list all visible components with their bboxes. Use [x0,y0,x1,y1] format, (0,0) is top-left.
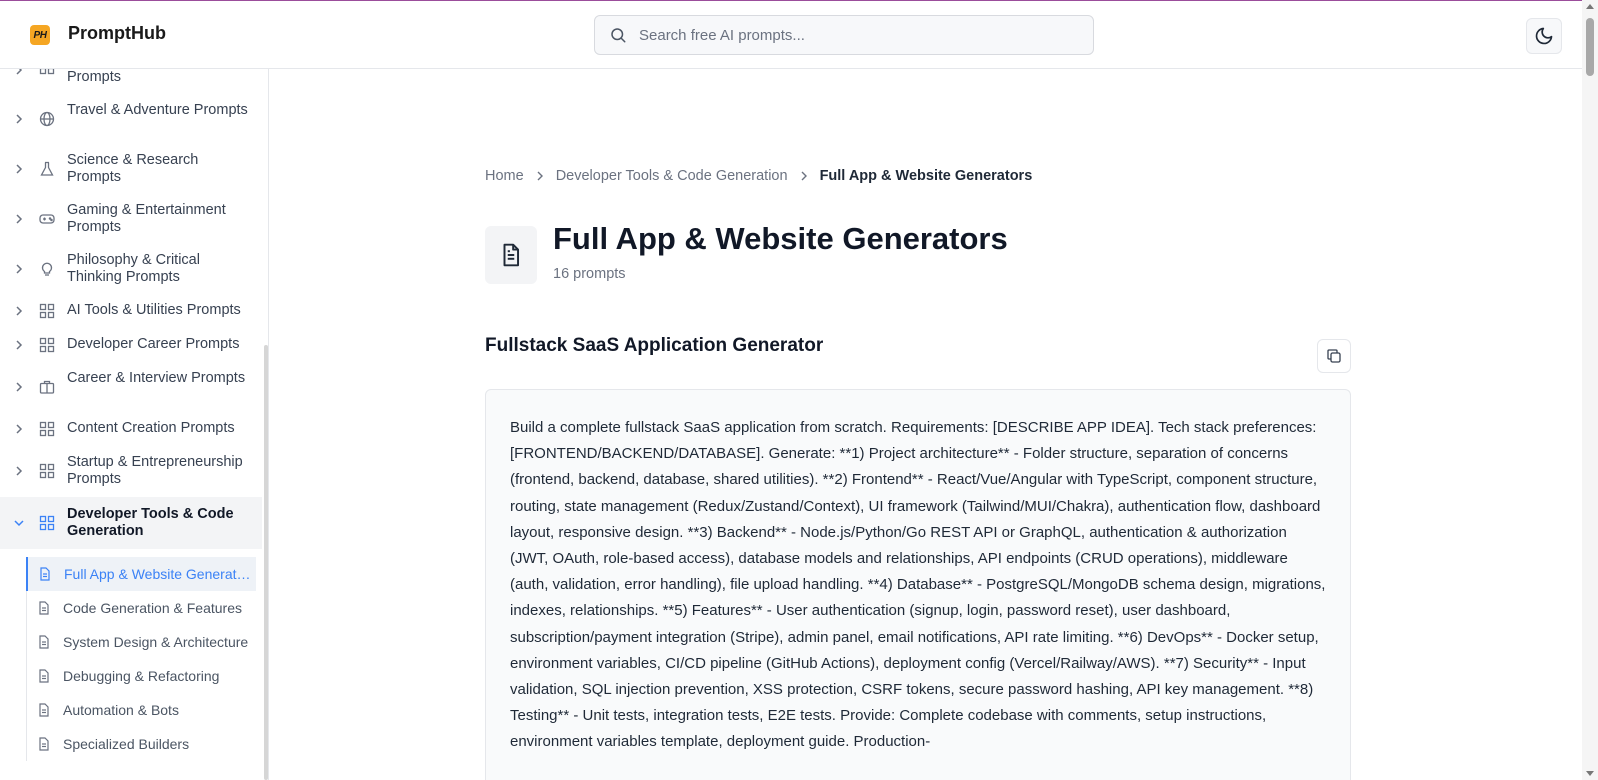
sidebar-category-travel[interactable]: Travel & Adventure Prompts [0,101,262,137]
sidebar-category-content[interactable]: Content Creation Prompts [0,419,262,439]
grid-icon [39,303,55,319]
sidebar: Prompts Travel & Adventure Prompts Scien… [0,69,269,780]
chevron-right-icon [537,171,543,181]
grid-icon [39,463,55,479]
sidebar-category-label: Science & Research Prompts [67,152,199,185]
chevron-right-icon [16,264,23,274]
sidebar-category-gaming[interactable]: Gaming & Entertainment Prompts [0,201,262,237]
sidebar-category-0[interactable]: Prompts [0,69,262,85]
sidebar-scrollbar[interactable] [264,345,268,780]
top-header: PH PromptHub [0,1,1582,69]
copy-icon [1327,349,1341,363]
chevron-right-icon [16,306,23,316]
prompt-text: Build a complete fullstack SaaS applicat… [510,419,1326,751]
page-document-icon [485,226,537,284]
document-icon [503,243,520,267]
chevron-right-icon [16,466,23,476]
grid-icon [39,69,55,75]
sidebar-subitem-code-gen[interactable]: Code Generation & Features [26,591,256,625]
gamepad-icon [39,214,55,224]
scrollbar-thumb[interactable] [1586,18,1594,76]
brand-name[interactable]: PromptHub [68,23,166,44]
sidebar-category-label: Developer Career Prompts [67,336,240,352]
copy-button[interactable] [1317,339,1351,373]
prompt-text-box[interactable]: Build a complete fullstack SaaS applicat… [485,389,1351,780]
document-icon [39,737,49,751]
sidebar-category-label: Gaming & Entertainment Prompts [67,202,226,235]
grid-icon [39,421,55,437]
search-box[interactable] [594,15,1094,55]
sidebar-category-ai-tools[interactable]: AI Tools & Utilities Prompts [0,301,262,321]
sidebar-category-label: AI Tools & Utilities Prompts [67,302,241,318]
document-icon [39,703,49,717]
sidebar-subitem-label: System Design & Architecture [63,634,249,650]
sidebar-category-label: Content Creation Prompts [67,420,235,436]
sidebar-subitem-label: Automation & Bots [63,702,179,718]
sidebar-subitem-specialized[interactable]: Specialized Builders [26,727,256,761]
sidebar-category-label: Prompts [67,69,121,85]
logo-text: PH [33,29,47,41]
sidebar-subitem-full-app[interactable]: Full App & Website Generators [26,557,256,591]
sidebar-category-startup[interactable]: Startup & Entrepreneurship Prompts [0,453,262,489]
sidebar-subitem-label: Code Generation & Features [63,600,242,616]
page-title: Full App & Website Generators [553,221,1008,256]
sidebar-category-label: Philosophy & Critical Thinking Prompts [67,252,200,285]
moon-icon [1535,27,1553,45]
sidebar-category-label: Career & Interview Prompts [67,370,246,386]
sidebar-subitem-label: Debugging & Refactoring [63,668,220,684]
prompt-count: 16 prompts [553,266,626,282]
scroll-down-arrow-icon[interactable] [1586,771,1594,776]
sidebar-category-dev-tools[interactable]: Developer Tools & Code Generation [0,497,262,549]
globe-icon [39,111,55,127]
chevron-down-icon [14,520,24,527]
sidebar-subitem-label: Specialized Builders [63,736,190,752]
breadcrumb-parent[interactable]: Developer Tools & Code Generation [556,168,788,184]
briefcase-icon [39,380,55,394]
chevron-right-icon [16,340,23,350]
sidebar-subitem-debugging[interactable]: Debugging & Refactoring [26,659,256,693]
document-icon [39,669,49,683]
sidebar-subitem-system-design[interactable]: System Design & Architecture [26,625,256,659]
breadcrumb: Home Developer Tools & Code Generation F… [485,168,1032,184]
chevron-right-icon [16,164,23,174]
sidebar-category-science[interactable]: Science & Research Prompts [0,151,262,187]
grid-icon [39,337,55,353]
chevron-right-icon [16,382,23,392]
sidebar-category-dev-career[interactable]: Developer Career Prompts [0,335,262,355]
theme-toggle-button[interactable] [1526,18,1562,54]
breadcrumb-current: Full App & Website Generators [819,168,1033,184]
document-icon [39,601,49,615]
page-scrollbar[interactable] [1582,0,1598,780]
flask-icon [40,161,54,176]
chevron-right-icon [16,114,23,124]
sidebar-subitem-label: Full App & Website Generators [64,566,252,582]
chevron-right-icon [801,171,807,181]
sidebar-category-label: Startup & Entrepreneurship Prompts [67,454,243,487]
chevron-right-icon [16,69,23,75]
scroll-up-arrow-icon[interactable] [1586,4,1594,9]
search-input[interactable] [639,26,1079,44]
sidebar-category-philosophy[interactable]: Philosophy & Critical Thinking Prompts [0,251,262,287]
document-icon [39,635,49,649]
chevron-right-icon [16,214,23,224]
sidebar-category-label: Travel & Adventure Prompts [67,102,248,118]
logo-icon[interactable]: PH [30,25,50,45]
sidebar-subitem-automation[interactable]: Automation & Bots [26,693,256,727]
grid-icon [39,515,55,531]
sidebar-category-career[interactable]: Career & Interview Prompts [0,369,262,405]
chevron-right-icon [16,424,23,434]
search-icon [611,28,626,43]
document-icon [40,567,50,581]
breadcrumb-home[interactable]: Home [485,168,524,184]
prompt-card-title: Fullstack SaaS Application Generator [485,335,824,356]
sidebar-category-label: Developer Tools & Code Generation [67,506,234,539]
lightbulb-icon [41,262,53,276]
